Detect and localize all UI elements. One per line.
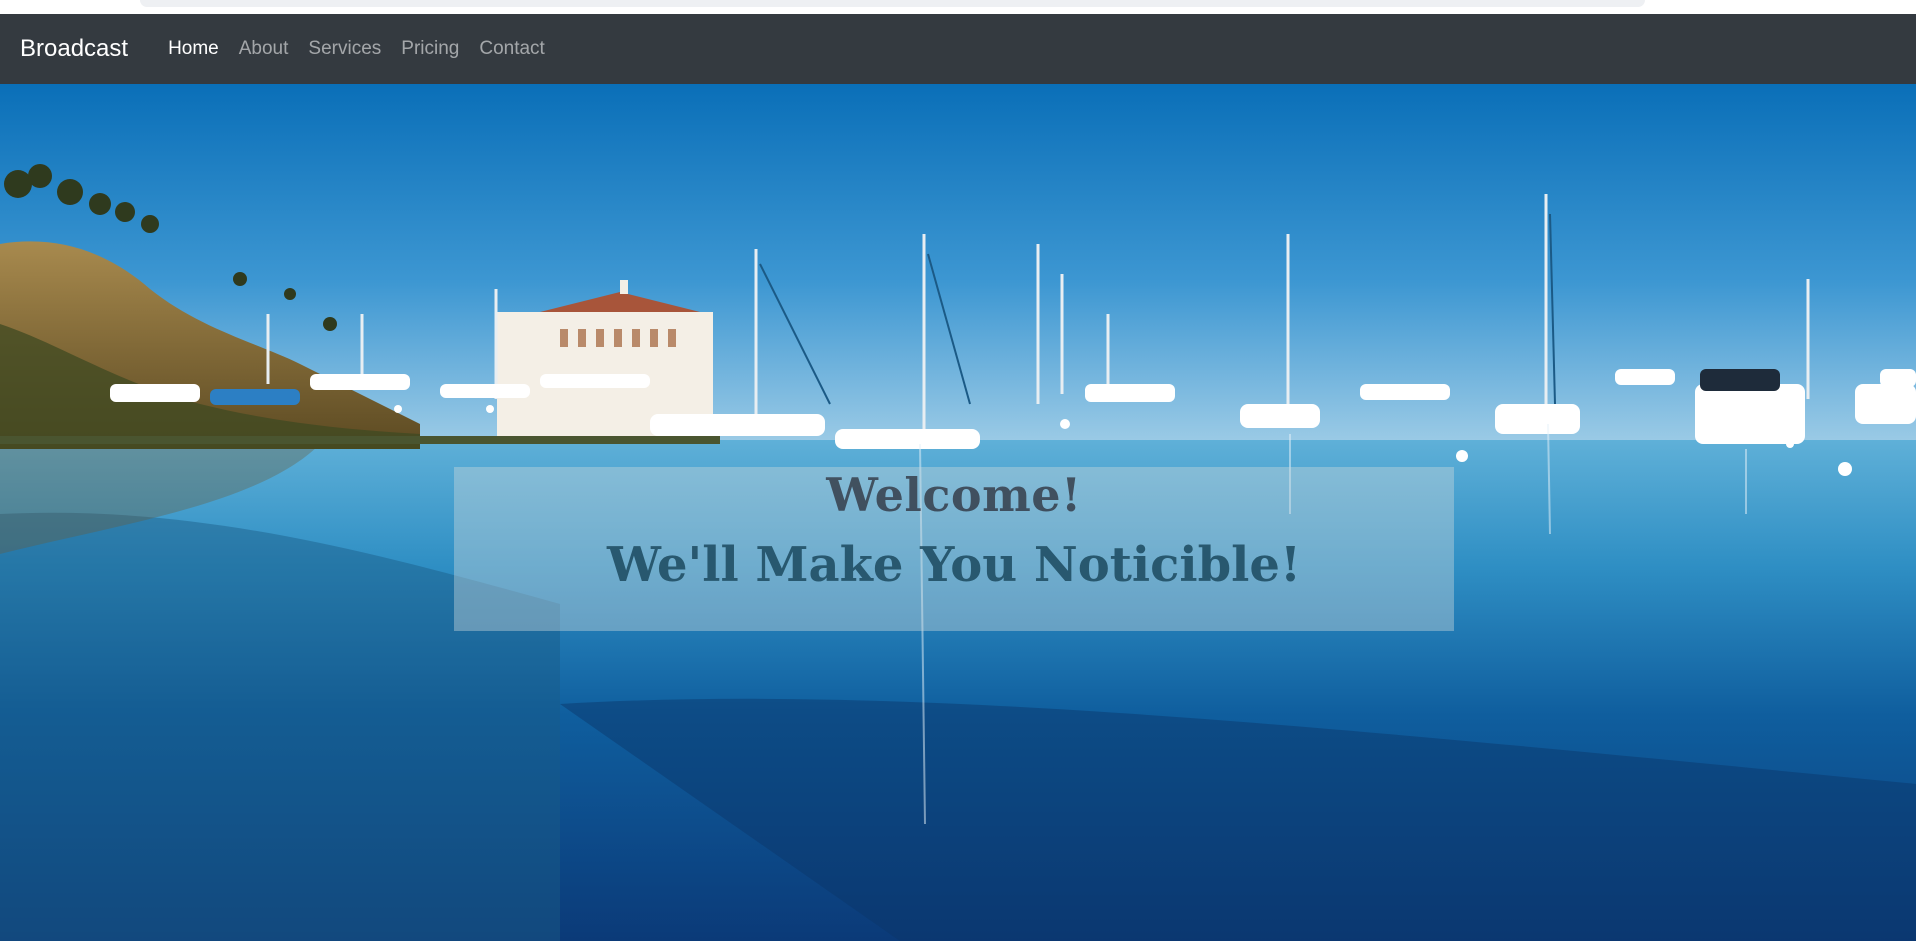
address-bar-edge (140, 0, 1645, 7)
hero-subtitle: We'll Make You Noticible! (606, 537, 1302, 593)
nav-link-about[interactable]: About (229, 38, 299, 59)
welcome-overlay: Welcome! We'll Make You Noticible! (454, 467, 1454, 631)
browser-chrome-strip (0, 0, 1916, 15)
top-navbar: Broadcast Home About Services Pricing Co… (0, 14, 1916, 84)
nav-link-contact[interactable]: Contact (469, 38, 554, 59)
nav-link-pricing[interactable]: Pricing (391, 38, 469, 59)
hero-title: Welcome! (826, 468, 1082, 522)
nav-links: Home About Services Pricing Contact (158, 38, 555, 60)
brand-link[interactable]: Broadcast (20, 37, 128, 61)
nav-link-home[interactable]: Home (158, 38, 229, 59)
nav-link-services[interactable]: Services (298, 38, 391, 59)
